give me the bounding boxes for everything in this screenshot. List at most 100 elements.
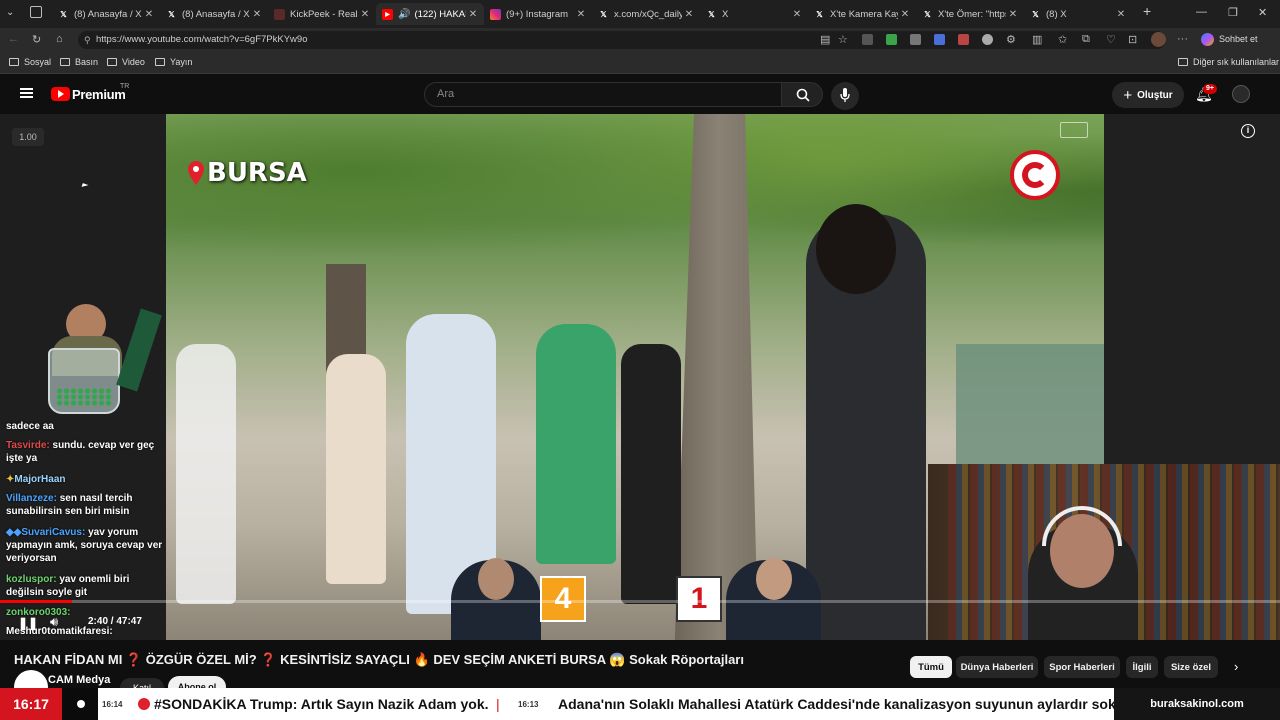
tab-xqc[interactable]: 𝕏 x.com/xQc_dailyy/s ✕ <box>592 3 700 25</box>
address-bar-row: ← ↻ ⌂ ⚲ https://www.youtube.com/watch?v=… <box>0 28 1280 52</box>
tab-anasayfa-1[interactable]: 𝕏 (8) Anasayfa / X ✕ <box>52 3 160 25</box>
extensions-puzzle-icon[interactable]: ⚙ <box>1006 33 1016 46</box>
man-head <box>816 204 896 294</box>
youtube-logo-icon[interactable] <box>51 87 70 101</box>
progress-track[interactable] <box>0 600 1280 603</box>
pedestrian <box>536 324 616 564</box>
miniplayer-icon[interactable] <box>1060 122 1088 138</box>
news-ticker: 16:17 16:14 #SONDAKİKA Trump: Artık Sayı… <box>0 688 1280 720</box>
ticker-clock: 16:17 <box>0 688 62 720</box>
reload-icon[interactable]: ↻ <box>32 33 41 46</box>
x-logo-icon: 𝕏 <box>1032 9 1039 19</box>
time-display: 2:40 / 47:47 <box>88 616 142 627</box>
info-icon[interactable]: i <box>1241 124 1255 138</box>
search-button[interactable] <box>781 82 823 107</box>
favorite-star-icon[interactable]: ☆ <box>838 33 848 46</box>
close-icon[interactable]: ✕ <box>1006 9 1020 20</box>
url-input[interactable]: ⚲ https://www.youtube.com/watch?v=6gF7Pk… <box>78 31 1166 49</box>
mouse-cursor-icon <box>81 183 89 189</box>
close-icon[interactable]: ✕ <box>1114 9 1128 20</box>
tab-kamera-kaydi[interactable]: 𝕏 X'te Kamera Kaydı C ✕ <box>808 3 916 25</box>
workspaces-icon[interactable] <box>30 6 42 18</box>
score-left: 4 <box>540 576 586 622</box>
green-beads <box>56 388 112 406</box>
ticker-item: Adana'nın Solaklı Mahallesi Atatürk Cadd… <box>558 696 1114 712</box>
bookmark-folder-sosyal[interactable]: Sosyal <box>9 57 51 67</box>
search-input[interactable]: Ara <box>424 82 782 107</box>
chat-message: sadece aa <box>6 421 54 432</box>
speaker-icon[interactable]: 🔊 <box>398 9 410 20</box>
screenshot-icon[interactable]: ⊡ <box>1128 33 1137 46</box>
close-icon[interactable]: ✕ <box>466 9 480 20</box>
more-menu-icon[interactable]: ··· <box>1177 33 1188 45</box>
video-title: HAKAN FİDAN MI ❓ ÖZGÜR ÖZEL Mİ? ❓ KESİNT… <box>14 652 744 667</box>
close-window-icon[interactable]: ✕ <box>1258 6 1267 19</box>
extension-icon[interactable] <box>862 34 873 45</box>
close-icon[interactable]: ✕ <box>682 9 696 20</box>
chip-related[interactable]: İlgili <box>1126 656 1158 678</box>
channel-name[interactable]: CAM Medya <box>48 674 110 686</box>
tab-instagram[interactable]: (9+) Instagram ✕ <box>484 3 592 25</box>
tab-x-8[interactable]: 𝕏 (8) X ✕ <box>1024 3 1132 25</box>
chat-message: ◆◆SuvariCavus: yav yorum yapmayın amk, s… <box>6 527 163 564</box>
ticker-website: buraksakinol.com <box>1114 688 1280 720</box>
home-icon[interactable]: ⌂ <box>56 33 63 45</box>
close-icon[interactable]: ✕ <box>574 9 588 20</box>
favorites-icon[interactable]: ✩ <box>1058 33 1067 46</box>
create-button[interactable]: + Oluştur <box>1112 82 1184 108</box>
heart-icon[interactable]: ♡ <box>1106 33 1116 46</box>
video-player[interactable]: 1.00 sadece aa Tasvirde: sundu. cevap ve… <box>0 114 1280 640</box>
copilot-chat-button[interactable]: Sohbet et <box>1219 34 1258 44</box>
tab-youtube-active[interactable]: ▶ 🔊 (122) HAKAN F ✕ <box>376 3 484 25</box>
bookmark-folder-video[interactable]: Video <box>107 57 145 67</box>
pedestrian <box>621 344 681 604</box>
volume-icon[interactable]: 🔊︎ <box>50 614 58 630</box>
extension-icon[interactable] <box>982 34 993 45</box>
video-info-bar: HAKAN FİDAN MI ❓ ÖZGÜR ÖZEL Mİ? ❓ KESİNT… <box>0 640 1280 704</box>
close-icon[interactable]: ✕ <box>250 9 264 20</box>
chip-world-news[interactable]: Dünya Haberleri <box>956 656 1038 678</box>
tab-list-chevron-icon[interactable]: ⌄ <box>6 7 14 18</box>
chevron-right-icon[interactable]: › <box>1234 659 1238 674</box>
account-avatar[interactable] <box>1232 85 1250 103</box>
tab-omer[interactable]: 𝕏 X'te Ömer: "https:// ✕ <box>916 3 1024 25</box>
tab-anasayfa-2[interactable]: 𝕏 (8) Anasayfa / X ✕ <box>160 3 268 25</box>
new-tab-icon[interactable]: + <box>1143 3 1151 19</box>
extension-icon[interactable] <box>910 34 921 45</box>
bookmark-folder-basin[interactable]: Basın <box>60 57 98 67</box>
extension-icon[interactable] <box>958 34 969 45</box>
plus-icon: + <box>1123 86 1133 104</box>
tab-x[interactable]: 𝕏 X ✕ <box>700 3 808 25</box>
notification-count-badge: 9+ <box>1203 84 1217 94</box>
pause-icon[interactable]: ❚❚ <box>18 616 38 630</box>
reader-icon[interactable]: ▤ <box>820 33 830 46</box>
copilot-icon[interactable] <box>1201 33 1214 46</box>
translate-extension-icon[interactable] <box>934 34 945 45</box>
youtube-premium-logo[interactable]: Premium <box>72 87 126 102</box>
red-circle-icon <box>138 698 150 710</box>
collections-icon[interactable]: ⧉ <box>1082 33 1090 46</box>
voice-search-button[interactable] <box>831 82 859 110</box>
close-icon[interactable]: ✕ <box>898 9 912 20</box>
chip-for-you[interactable]: Size özel <box>1164 656 1218 678</box>
maximize-icon[interactable]: ❐ <box>1228 6 1238 19</box>
split-screen-icon[interactable]: ▥ <box>1032 33 1042 46</box>
profile-avatar[interactable] <box>1151 32 1166 47</box>
close-icon[interactable]: ✕ <box>790 9 804 20</box>
player-right-background: i <box>1104 114 1280 464</box>
badge-icon: ◆◆ <box>6 527 22 538</box>
close-icon[interactable]: ✕ <box>142 9 156 20</box>
cam-medya-logo <box>1010 150 1060 200</box>
bookmark-folder-yayin[interactable]: Yayın <box>155 57 192 67</box>
chip-all[interactable]: Tümü <box>910 656 952 678</box>
extension-green-icon[interactable] <box>886 34 897 45</box>
hamburger-menu-icon[interactable] <box>20 88 33 98</box>
minimize-icon[interactable]: — <box>1196 6 1207 18</box>
site-info-icon[interactable]: ⚲ <box>84 31 91 49</box>
back-icon[interactable]: ← <box>8 33 19 45</box>
close-icon[interactable]: ✕ <box>358 9 372 20</box>
region-code: TR <box>120 83 130 90</box>
other-bookmarks-folder[interactable]: Diğer sık kullanılanlar <box>1178 57 1279 67</box>
chip-sports-news[interactable]: Spor Haberleri <box>1044 656 1120 678</box>
tab-kickpeek[interactable]: KickPeek - Real-time ✕ <box>268 3 376 25</box>
